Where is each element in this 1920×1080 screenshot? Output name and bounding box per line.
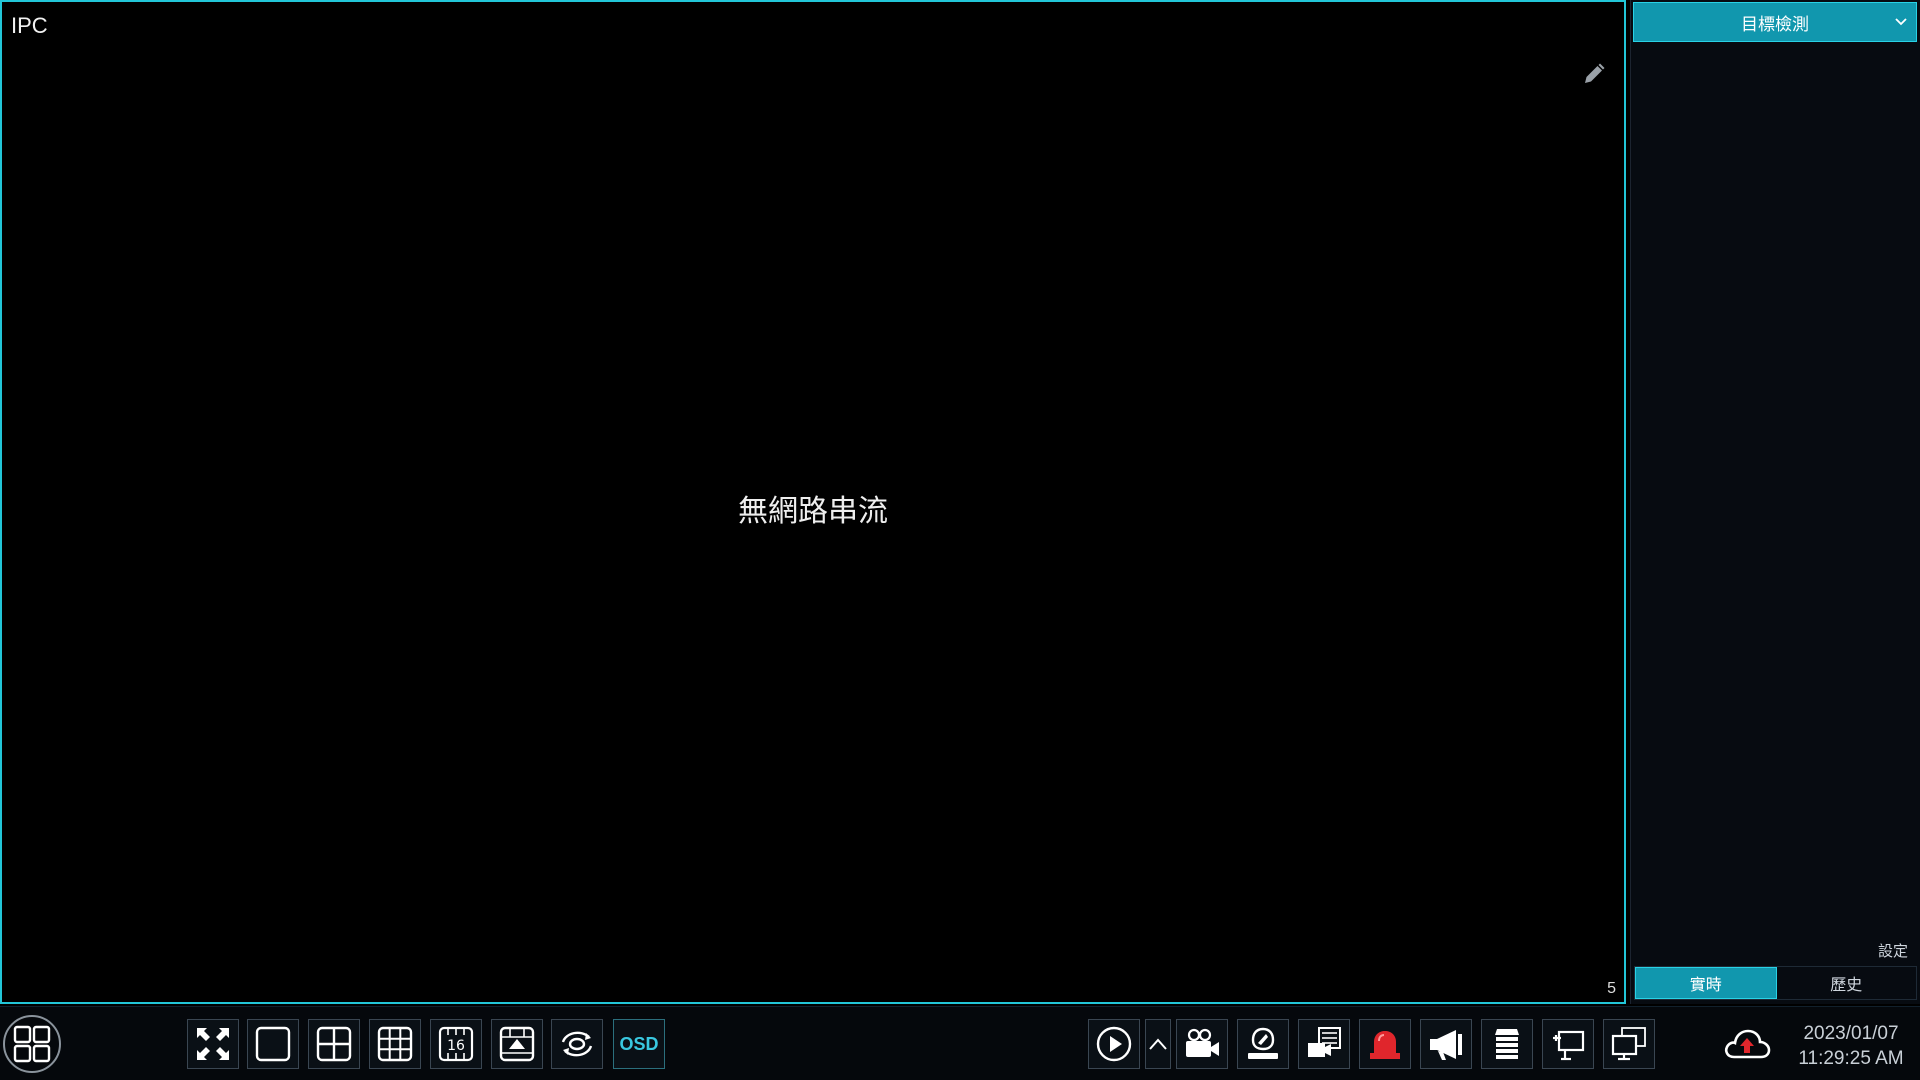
pip-view-icon [499,1026,535,1062]
cloud-upload-icon[interactable] [1722,1025,1772,1065]
alarm-light-icon [1370,1031,1400,1059]
detection-mode-select[interactable]: 目標檢測 [1633,2,1917,42]
side-tabs: 實時 歷史 [1634,966,1917,1000]
camera-name: IPC [11,13,48,38]
tab-history[interactable]: 歷史 [1777,967,1917,999]
chevron-up-icon [1149,1038,1167,1050]
chevron-down-icon [1895,18,1907,26]
disk-stack-icon [1495,1029,1519,1059]
layout-9-button[interactable] [369,1019,421,1069]
sequence-button[interactable] [551,1019,603,1069]
start-menu-grid-icon [13,1025,51,1063]
date-text: 2023/01/07 [1803,1023,1899,1044]
quad-view-icon [316,1026,352,1062]
nine-view-icon [377,1026,413,1062]
display-button[interactable] [1603,1019,1655,1069]
osd-button[interactable]: OSD [613,1019,665,1069]
start-menu-button[interactable] [3,1015,61,1073]
play-icon [1096,1026,1132,1062]
tab-realtime[interactable]: 實時 [1635,967,1777,999]
time-text: 11:29:25 AM [1798,1048,1904,1069]
detection-mode-label: 目標檢測 [1741,14,1809,35]
layout-16-button[interactable]: 16 [430,1019,482,1069]
playback-button[interactable] [1088,1019,1140,1069]
datetime: 2023/01/07 11:29:25 AM [1786,1021,1916,1071]
network-button[interactable] [1542,1019,1594,1069]
rotate-view-icon [561,1031,593,1057]
message-button[interactable] [1298,1019,1350,1069]
pencil-icon[interactable] [1582,62,1606,86]
live-view-panel[interactable]: IPC 無網路串流 5 [0,0,1626,1004]
disk-button[interactable] [1481,1019,1533,1069]
layout-1-button[interactable] [247,1019,299,1069]
sixteen-view-icon: 16 [438,1026,474,1062]
record-camera-icon [1186,1028,1219,1057]
monitor-icon [1611,1027,1646,1061]
layout-16-label: 16 [447,1038,465,1054]
megaphone-icon [1430,1030,1462,1060]
single-view-icon [255,1026,291,1062]
no-stream-message: 無網路串流 [738,494,888,529]
fullscreen-icon [197,1028,229,1060]
side-panel: 目標檢測 設定 實時 歷史 [1630,0,1920,1004]
channel-number: 5 [1607,980,1616,997]
playback-options-button[interactable] [1145,1019,1171,1069]
bottom-toolbar: 16 OSD 2023/01/07 11:29:25 AM [0,1006,1920,1080]
snapshot-button[interactable] [1237,1019,1289,1069]
network-icon [1553,1030,1585,1061]
layout-4-button[interactable] [308,1019,360,1069]
picture-in-picture-button[interactable] [491,1019,543,1069]
alarm-button[interactable] [1359,1019,1411,1069]
message-board-icon [1308,1027,1341,1057]
person-capture-icon [1248,1027,1278,1059]
broadcast-button[interactable] [1420,1019,1472,1069]
settings-link[interactable]: 設定 [1878,940,1908,961]
fullscreen-button[interactable] [187,1019,239,1069]
manual-record-button[interactable] [1176,1019,1228,1069]
